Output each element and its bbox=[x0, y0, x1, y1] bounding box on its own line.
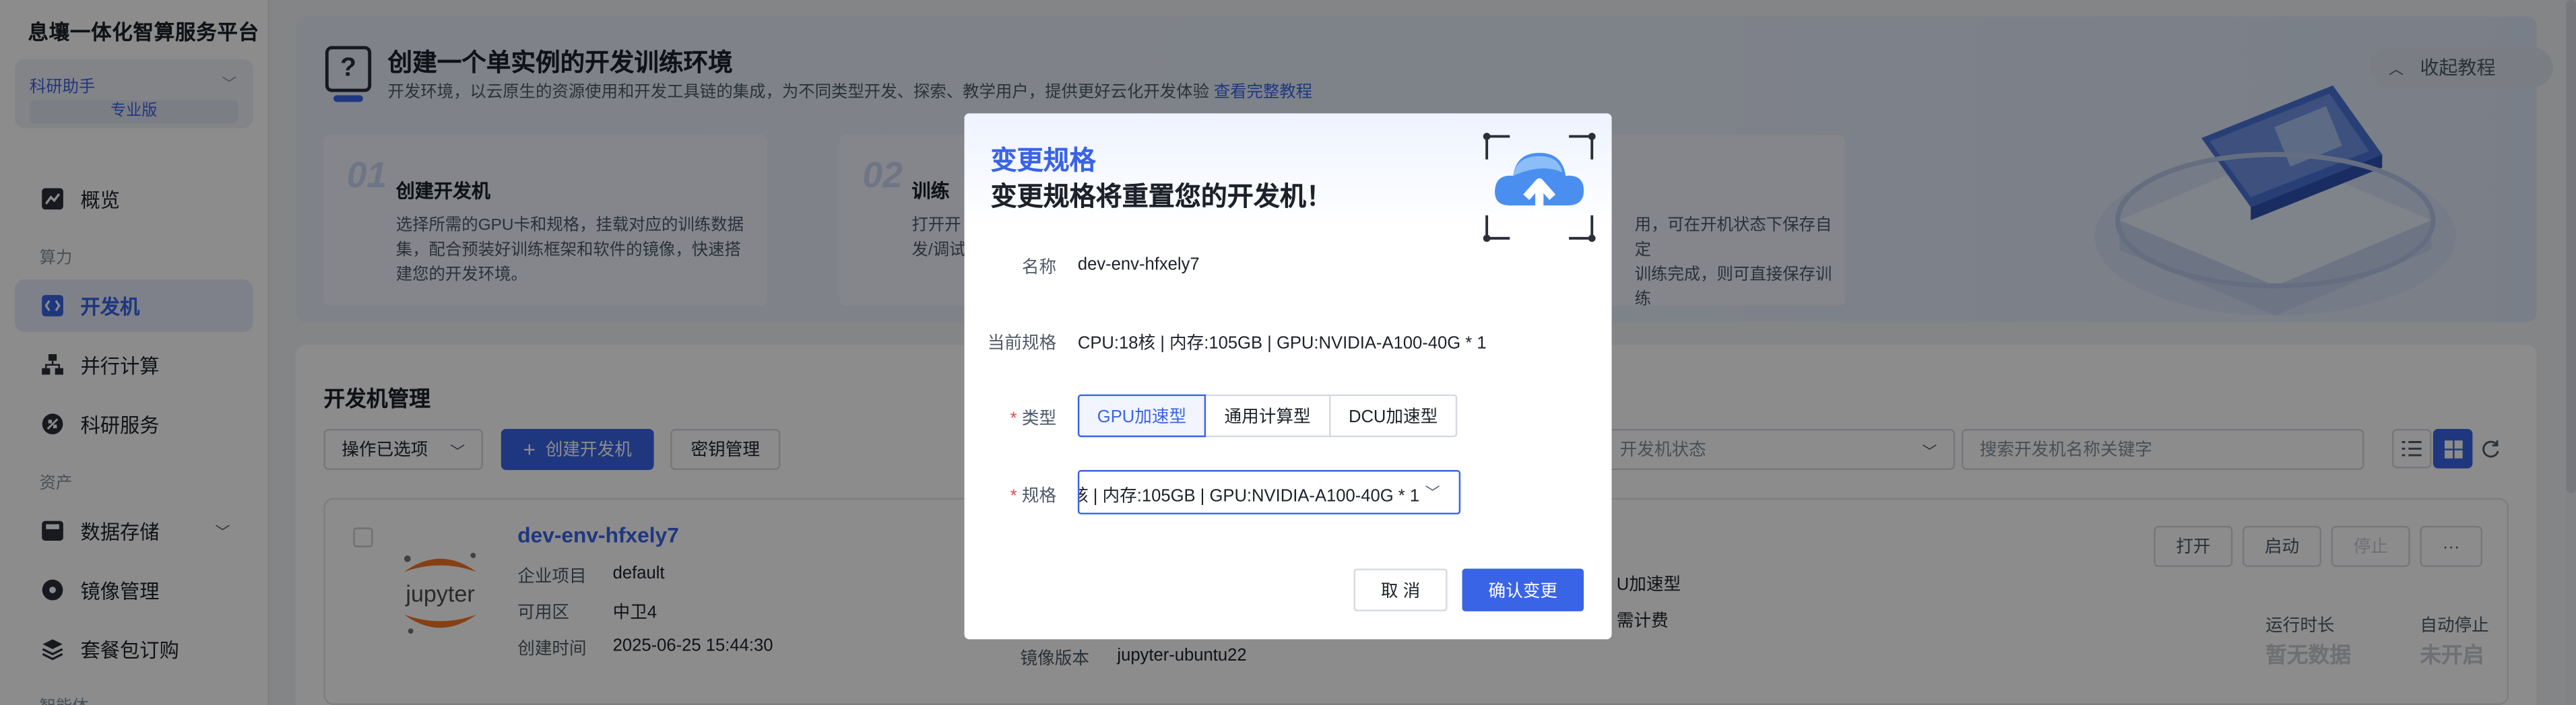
chevron-down-icon: ﹀ bbox=[1419, 471, 1446, 513]
dialog-title: 变更规格 bbox=[990, 147, 1096, 176]
current-spec-label: 当前规格 bbox=[987, 333, 1057, 354]
dialog-warning: 变更规格将重置您的开发机！ bbox=[990, 184, 1332, 212]
spec-select[interactable]: CPU:18核 | 内存:105GB | GPU:NVIDIA-A100-40G… bbox=[1077, 470, 1461, 514]
cancel-button[interactable]: 取 消 bbox=[1353, 568, 1448, 611]
required-mark: * bbox=[1010, 486, 1017, 506]
cloud-upload-icon bbox=[1483, 133, 1596, 242]
type-option-general[interactable]: 通用计算型 bbox=[1204, 394, 1331, 438]
current-spec-value: CPU:18核 | 内存:105GB | GPU:NVIDIA-A100-40G… bbox=[1077, 333, 1487, 354]
spec-select-value: CPU:18核 | 内存:105GB | GPU:NVIDIA-A100-40G… bbox=[1079, 486, 1420, 506]
type-label-text: 类型 bbox=[1021, 409, 1057, 429]
spec-label-text: 规格 bbox=[1021, 486, 1057, 506]
type-label: * 类型 bbox=[1010, 406, 1057, 431]
type-option-gpu[interactable]: GPU加速型 bbox=[1077, 394, 1206, 438]
name-value: dev-env-hfxely7 bbox=[1077, 255, 1200, 275]
required-mark: * bbox=[1010, 409, 1017, 429]
type-segmented-control: GPU加速型 通用计算型 DCU加速型 bbox=[1077, 394, 1458, 438]
change-spec-dialog: 变更规格 变更规格将重置您的开发机！ 名称 dev-env-hfxely7 当前… bbox=[964, 113, 1612, 640]
confirm-change-button[interactable]: 确认变更 bbox=[1462, 568, 1584, 611]
name-label: 名称 bbox=[1021, 258, 1057, 278]
spec-label: * 规格 bbox=[1010, 483, 1057, 508]
type-option-dcu[interactable]: DCU加速型 bbox=[1328, 394, 1458, 438]
